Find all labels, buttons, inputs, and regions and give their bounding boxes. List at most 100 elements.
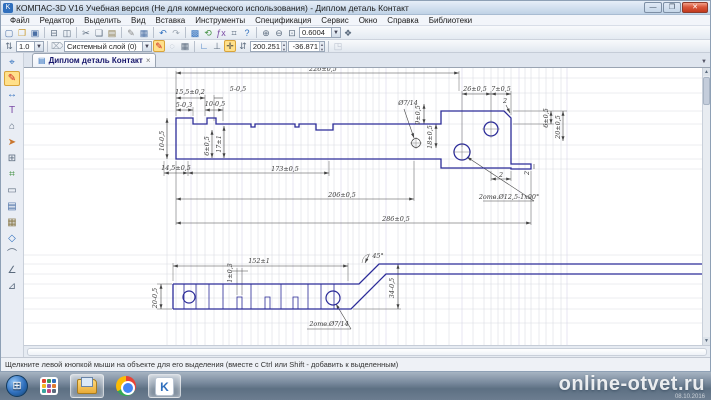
annotation-icon[interactable]: T [4, 103, 20, 118]
menu-item-2[interactable]: Выделить [79, 15, 126, 26]
cut-icon[interactable]: ✂ [80, 27, 92, 39]
insert-icon[interactable]: ◇ [4, 231, 20, 246]
zoom-level-combo[interactable]: 0.6004 ▼ [299, 27, 341, 38]
restore-button[interactable]: ❐ [663, 2, 681, 13]
dimension-label-24: 152±1 [248, 257, 270, 265]
menu-item-0[interactable]: Файл [5, 15, 35, 26]
taskbar-kompas-document-button[interactable] [70, 374, 104, 398]
chevron-down-icon[interactable]: ▼ [34, 42, 43, 51]
dimension-label-16: 9±0,5 [414, 105, 422, 125]
toolbar-separator [185, 27, 186, 38]
designation-icon[interactable]: ⌂ [4, 119, 20, 134]
pen-icon[interactable]: ✎ [153, 40, 165, 52]
specification-icon[interactable]: ▤ [4, 199, 20, 214]
dimension-label-21: 2 [523, 171, 531, 176]
dimension-label-15: 2 [502, 97, 507, 105]
kompas-logo-icon: K [155, 377, 174, 396]
table-icon[interactable]: ▦ [138, 27, 150, 39]
dimension-label-22: 2отв.Ø12,5-1х90° [478, 193, 539, 201]
perpendicular-icon[interactable]: ⊥ [211, 40, 223, 52]
menu-item-6[interactable]: Спецификация [250, 15, 316, 26]
print-icon[interactable]: ⊟ [48, 27, 60, 39]
compass-icon[interactable]: ⌖ [4, 55, 20, 70]
property-bar [24, 345, 710, 357]
current-state-toolbar: ⇅ 1.0 ▼ ⌦ Системный слой (0) ▼ ✎◌▦ ∟⊥✛⇵ 2… [1, 40, 710, 53]
menu-item-4[interactable]: Вставка [151, 15, 191, 26]
kompas-document-icon [77, 379, 97, 394]
chevron-down-icon[interactable]: ▼ [331, 28, 340, 37]
layer-value: Системный слой (0) [67, 42, 137, 51]
scrollbar-thumb[interactable] [703, 77, 710, 105]
part-details-bottom-view [183, 284, 340, 309]
vertical-scrollbar[interactable]: ▲ ▼ [702, 68, 710, 345]
fx-icon[interactable]: ƒx [215, 27, 227, 39]
preview-icon[interactable]: ◫ [61, 27, 73, 39]
arc-icon[interactable]: ⌒ [4, 247, 20, 262]
undo-icon[interactable]: ↶ [157, 27, 169, 39]
help-icon[interactable]: ? [241, 27, 253, 39]
parametrization-icon[interactable]: ⊞ [4, 151, 20, 166]
line-weight-combo[interactable]: 1.0 ▼ [16, 41, 44, 52]
show-document-icon[interactable]: ▩ [189, 27, 201, 39]
rebuild-icon[interactable]: ⟲ [202, 27, 214, 39]
report-icon[interactable]: ▦ [4, 215, 20, 230]
measure-icon[interactable]: ⌗ [4, 167, 20, 182]
tab-close-icon[interactable]: × [146, 56, 151, 65]
triangle-icon[interactable]: ⊿ [4, 279, 20, 294]
edit-icon[interactable]: ➤ [4, 135, 20, 150]
grid-icon[interactable]: ▦ [179, 40, 191, 52]
phantom-icon[interactable]: ◌ [166, 40, 178, 52]
zoom-area-icon[interactable]: ⊡ [286, 27, 298, 39]
snap-icon[interactable]: ✛ [224, 40, 236, 52]
tab-list-dropdown-icon[interactable]: ▼ [701, 59, 707, 65]
dimension-label-26: 34-0,5 [388, 278, 396, 298]
redo-icon[interactable]: ↷ [170, 27, 182, 39]
scroll-up-icon[interactable]: ▲ [703, 68, 710, 76]
zoom-in-icon[interactable]: ⊕ [260, 27, 272, 39]
eraser-icon[interactable]: ⌦ [51, 40, 63, 52]
coordinate-y-field[interactable]: -36.871▲▼ [288, 41, 325, 52]
copy-icon[interactable]: ❏ [93, 27, 105, 39]
taskbar-chrome-button[interactable] [110, 374, 142, 398]
paste-icon[interactable]: ▤ [106, 27, 118, 39]
open-document-icon[interactable]: ❐ [16, 27, 28, 39]
select-icon[interactable]: ▭ [4, 183, 20, 198]
leader-lines [336, 105, 534, 329]
zoom-fit-icon[interactable]: ❖ [342, 27, 354, 39]
coordinate-x-field[interactable]: 200.251▲▼ [250, 41, 287, 52]
line-style-icon[interactable]: ⇅ [3, 40, 15, 52]
toolbar-separator [194, 41, 195, 52]
window-title: КОМПАС-3D V16 Учебная версия (Не для ком… [16, 3, 644, 13]
close-button[interactable]: ✕ [682, 2, 708, 13]
minimize-button[interactable]: — [644, 2, 662, 13]
angle-icon[interactable]: ∠ [4, 263, 20, 278]
layer-combo[interactable]: Системный слой (0) ▼ [64, 41, 152, 52]
scroll-down-icon[interactable]: ▼ [703, 337, 710, 345]
tab-document[interactable]: ▤ Диплом деталь Контакт × [32, 53, 156, 67]
new-document-icon[interactable]: ▢ [3, 27, 15, 39]
chevron-down-icon[interactable]: ▼ [142, 42, 151, 51]
menu-item-1[interactable]: Редактор [35, 15, 79, 26]
chrome-icon [116, 376, 136, 396]
menu-item-7[interactable]: Сервис [316, 15, 353, 26]
dimension-label-3: 5-0,3 [176, 101, 192, 109]
taskbar-kompas-app-button[interactable]: K [148, 374, 181, 398]
zoom-out-icon[interactable]: ⊖ [273, 27, 285, 39]
menu-item-8[interactable]: Окно [354, 15, 383, 26]
copy-style-icon[interactable]: ✎ [125, 27, 137, 39]
menu-item-5[interactable]: Инструменты [190, 15, 250, 26]
taskbar-app-grid-button[interactable] [34, 374, 64, 398]
compact-panel: ⌖✎↔T⌂➤⊞⌗▭▤▦◇⌒∠⊿ [1, 53, 24, 357]
geometry-icon[interactable]: ✎ [4, 71, 20, 86]
save-document-icon[interactable]: ▣ [29, 27, 41, 39]
menu-item-3[interactable]: Вид [126, 15, 150, 26]
start-button[interactable]: ⊞ [6, 375, 28, 397]
menu-item-10[interactable]: Библиотеки [424, 15, 477, 26]
variables-icon[interactable]: ⌗ [228, 27, 240, 39]
menu-item-9[interactable]: Справка [382, 15, 423, 26]
ortho-icon[interactable]: ∟ [198, 40, 210, 52]
app-logo-icon: K [3, 3, 13, 13]
dimension-icon[interactable]: ↔ [4, 87, 20, 102]
coords-icon[interactable]: ⇵ [237, 40, 249, 52]
drawing-canvas[interactable]: 226±0,515,5±0,25-0,55-0,310-0,510-0,56±0… [24, 68, 702, 345]
